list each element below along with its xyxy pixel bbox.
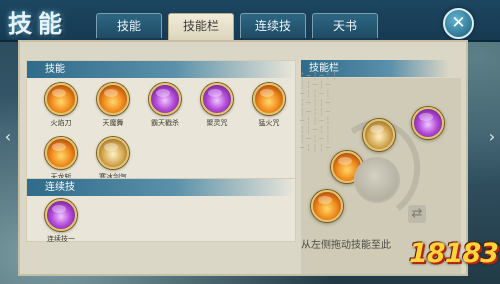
skill-label: 天魔舞 — [102, 119, 124, 127]
skill-item[interactable]: 寒冰剑气 — [91, 137, 135, 182]
watermark-logo: 18183 — [401, 238, 499, 280]
close-icon: ✕ — [451, 13, 466, 33]
top-bar: 技能 技能 技能栏 连续技 天书 ✕ — [0, 0, 500, 42]
swap-icon[interactable]: ⇄ — [408, 205, 426, 223]
watermark-text: 18183 — [409, 238, 499, 269]
skills-section-header: 技能 — [27, 61, 295, 78]
skill-item[interactable]: 聚灵咒 — [195, 83, 239, 128]
skill-slot-gold-icon[interactable] — [363, 119, 395, 151]
skill-label: 猛火咒 — [258, 119, 280, 127]
joystick-handle[interactable] — [354, 157, 400, 203]
demon-dance-icon — [97, 83, 129, 115]
skill-item[interactable]: 猛火咒 — [247, 83, 291, 128]
tab-combo[interactable]: 连续技 — [240, 13, 306, 38]
close-button[interactable]: ✕ — [443, 8, 474, 39]
skill-item[interactable]: 火焰刀 — [39, 83, 83, 128]
combo-section: 连续技 连续技一 — [26, 178, 296, 244]
tab-skills[interactable]: 技能 — [96, 13, 162, 38]
combo-item[interactable]: 连续技一 — [39, 199, 83, 244]
skill-label: 霸天戳杀 — [151, 119, 179, 127]
skill-item[interactable]: 天魔舞 — [91, 83, 135, 128]
skillbar-hint: 从左侧拖动技能至此 — [301, 240, 391, 251]
tab-heavenly-book[interactable]: 天书 — [312, 13, 378, 38]
skill-label: 火焰刀 — [50, 119, 72, 127]
dragon-slash-icon — [45, 137, 77, 169]
purple-thrust-icon — [149, 83, 181, 115]
combo-section-header: 连续技 — [27, 179, 295, 196]
right-arrow-icon[interactable]: › — [487, 126, 497, 148]
combo-label: 连续技一 — [47, 235, 75, 243]
left-arrow-icon[interactable]: ‹ — [3, 126, 13, 148]
skill-item[interactable]: 天龙斩 — [39, 137, 83, 182]
skill-slot-fire-icon[interactable] — [311, 190, 343, 222]
ice-sword-icon — [97, 137, 129, 169]
tab-skillbar[interactable]: 技能栏 — [168, 13, 234, 40]
fire-slash-icon — [45, 83, 77, 115]
skill-item[interactable]: 霸天戳杀 — [143, 83, 187, 128]
skill-label: 聚灵咒 — [206, 119, 228, 127]
window-title: 技能 — [8, 9, 68, 38]
fierce-fire-icon — [253, 83, 285, 115]
spirit-gather-icon — [201, 83, 233, 115]
combo-purple-icon — [45, 199, 77, 231]
tab-bar: 技能 技能栏 连续技 天书 — [96, 13, 384, 40]
skill-slot-purple-icon[interactable] — [412, 107, 444, 139]
